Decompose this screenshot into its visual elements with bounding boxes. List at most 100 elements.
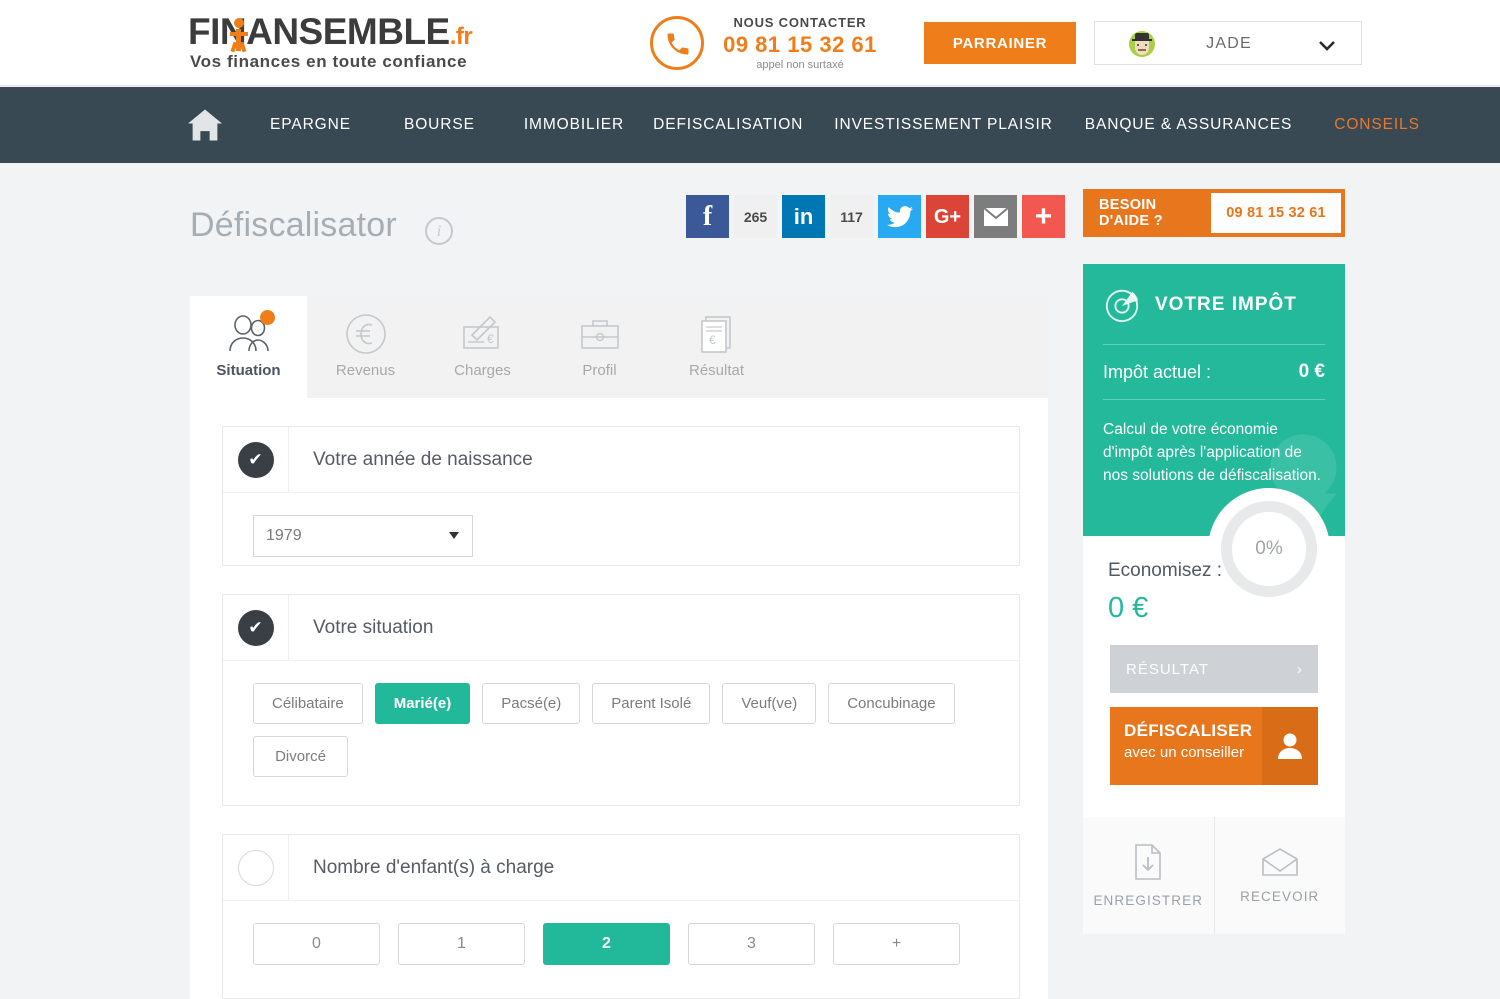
- impot-green-header: VOTRE IMPÔT Impôt actuel : 0 € Calcul de…: [1083, 264, 1345, 536]
- tab-badge-situation: [259, 310, 275, 325]
- linkedin-share-count: 117: [830, 195, 873, 238]
- defiscaliser-label-main: DÉFISCALISER: [1124, 721, 1253, 740]
- logo-tagline: Vos finances en toute confiance: [190, 52, 468, 71]
- divider: [1103, 399, 1325, 400]
- children-option-2[interactable]: 2: [543, 923, 670, 965]
- tab-strip: Situation Revenus € Charges Profil € Rés…: [190, 296, 1048, 398]
- situation-option-concubinage[interactable]: Concubinage: [828, 683, 955, 724]
- site-logo[interactable]: FINANSEMBLE.fr Vos finances en toute con…: [188, 11, 473, 74]
- tab-label-revenus: Revenus: [335, 362, 396, 379]
- section-children: Nombre d'enfant(s) à charge 0 1 2 3 +: [222, 834, 1020, 999]
- children-option-3[interactable]: 3: [688, 923, 815, 965]
- nav-item-conseils[interactable]: CONSEILS: [1334, 116, 1420, 134]
- tab-revenus[interactable]: Revenus: [307, 296, 424, 398]
- impot-actuel-label: Impôt actuel :: [1103, 361, 1212, 382]
- enregistrer-label: ENREGISTRER: [1093, 893, 1204, 908]
- linkedin-glyph: in: [793, 203, 814, 229]
- tab-label-resultat: Résultat: [688, 362, 745, 379]
- email-icon[interactable]: [974, 195, 1017, 238]
- briefcase-icon: [578, 310, 622, 358]
- section-situation-header[interactable]: ✔ Votre situation: [223, 594, 1019, 661]
- page-root: FINANSEMBLE.fr Vos finances en toute con…: [0, 0, 1500, 999]
- main-navigation: EPARGNE BOURSE IMMOBILIER DEFISCALISATIO…: [0, 87, 1500, 163]
- section-children-header[interactable]: Nombre d'enfant(s) à charge: [223, 834, 1019, 901]
- save-document-icon: [1135, 844, 1162, 880]
- svg-text:€: €: [709, 333, 716, 347]
- tab-situation[interactable]: Situation: [190, 296, 307, 398]
- situation-option-pacse[interactable]: Pacsé(e): [482, 683, 581, 724]
- section-children-title: Nombre d'enfant(s) à charge: [313, 856, 555, 878]
- more-glyph: +: [1034, 199, 1053, 233]
- section-birth-year-header[interactable]: ✔ Votre année de naissance: [223, 426, 1019, 493]
- children-option-plus[interactable]: +: [833, 923, 960, 965]
- economisez-label: Economisez :: [1108, 560, 1223, 581]
- contact-phone-number[interactable]: 09 81 15 32 61: [714, 32, 886, 58]
- tab-profil[interactable]: Profil: [541, 296, 658, 398]
- parrainer-button[interactable]: PARRAINER: [924, 22, 1076, 64]
- twitter-icon[interactable]: [878, 195, 921, 238]
- facebook-glyph: f: [702, 200, 713, 232]
- help-label: BESOIN D'AIDE ?: [1099, 197, 1163, 229]
- tab-charges[interactable]: € Charges: [424, 296, 541, 398]
- nav-item-epargne[interactable]: EPARGNE: [270, 116, 351, 134]
- googleplus-icon[interactable]: G+: [926, 195, 969, 238]
- tab-label-situation: Situation: [216, 362, 281, 379]
- check-icon-situation: ✔: [237, 609, 274, 646]
- enregistrer-button[interactable]: ENREGISTRER: [1083, 817, 1214, 934]
- economisez-value: 0 €: [1108, 592, 1149, 624]
- children-option-0[interactable]: 0: [253, 923, 380, 965]
- chevron-down-icon: [1319, 38, 1335, 56]
- logo-person-icon: [230, 18, 248, 53]
- situation-option-parent-isole[interactable]: Parent Isolé: [592, 683, 711, 724]
- tab-resultat[interactable]: € Résultat: [658, 296, 775, 398]
- impot-description: Calcul de votre économie d'impôt après l…: [1103, 421, 1321, 484]
- more-share-icon[interactable]: +: [1022, 195, 1065, 238]
- nav-item-immobilier[interactable]: IMMOBILIER: [524, 116, 624, 134]
- facebook-icon[interactable]: f: [686, 195, 729, 238]
- linkedin-icon[interactable]: in: [782, 195, 825, 238]
- contact-title: NOUS CONTACTER: [733, 15, 867, 30]
- empty-circle-icon-children: [237, 849, 274, 886]
- children-option-1[interactable]: 1: [398, 923, 525, 965]
- situation-option-veuf[interactable]: Veuf(ve): [722, 683, 817, 724]
- situation-option-divorce[interactable]: Divorcé: [253, 736, 348, 777]
- impot-actuel-value: 0 €: [1298, 361, 1325, 382]
- recevoir-button[interactable]: RECEVOIR: [1213, 817, 1346, 934]
- info-icon[interactable]: i: [425, 217, 453, 245]
- savings-progress-ring: 0%: [1208, 488, 1330, 610]
- bottom-actions-bar: ENREGISTRER RECEVOIR: [1083, 817, 1345, 934]
- contact-block: NOUS CONTACTER 09 81 15 32 61 appel non …: [650, 14, 890, 72]
- cheque-pen-icon: €: [460, 310, 506, 358]
- avatar: [1129, 31, 1155, 57]
- home-icon[interactable]: [186, 108, 224, 142]
- recevoir-label: RECEVOIR: [1240, 889, 1320, 904]
- pie-chart-icon: [1105, 289, 1139, 323]
- situation-option-marie[interactable]: Marié(e): [374, 683, 471, 724]
- nav-item-banque-assurances[interactable]: BANQUE & ASSURANCES: [1085, 116, 1292, 134]
- nav-item-investissement-plaisir[interactable]: INVESTISSEMENT PLAISIR: [834, 116, 1053, 134]
- help-phone-number[interactable]: 09 81 15 32 61: [1211, 193, 1341, 233]
- situation-option-celibataire[interactable]: Célibataire: [253, 683, 363, 724]
- document-euro-icon: €: [697, 310, 737, 358]
- contact-note: appel non surtaxé: [756, 59, 844, 71]
- logo-domain-text: .fr: [449, 23, 473, 50]
- birth-year-select[interactable]: 1979: [253, 515, 473, 557]
- progress-percent-label: 0%: [1255, 538, 1283, 559]
- defiscaliser-label-sub: avec un conseiller: [1124, 744, 1245, 761]
- help-banner[interactable]: BESOIN D'AIDE ? 09 81 15 32 61: [1083, 189, 1345, 237]
- nav-item-bourse[interactable]: BOURSE: [404, 116, 475, 134]
- children-options: 0 1 2 3 +: [253, 923, 989, 965]
- user-menu[interactable]: JADE: [1094, 21, 1362, 65]
- svg-text:€: €: [487, 332, 494, 346]
- logo-main-text: FINANSEMBLE: [188, 11, 450, 52]
- defiscaliser-button[interactable]: DÉFISCALISER avec un conseiller: [1110, 707, 1318, 785]
- impot-title: VOTRE IMPÔT: [1155, 294, 1297, 315]
- tab-label-charges: Charges: [454, 362, 511, 379]
- check-icon-birth-year: ✔: [237, 441, 274, 478]
- resultat-button[interactable]: RÉSULTAT ›: [1110, 645, 1318, 693]
- section-birth-year: ✔ Votre année de naissance 1979: [222, 426, 1020, 566]
- envelope-icon: [1261, 848, 1298, 876]
- top-header-bar: FINANSEMBLE.fr Vos finances en toute con…: [0, 0, 1500, 86]
- googleplus-glyph: G+: [933, 205, 962, 228]
- nav-item-defiscalisation[interactable]: DEFISCALISATION: [653, 116, 803, 134]
